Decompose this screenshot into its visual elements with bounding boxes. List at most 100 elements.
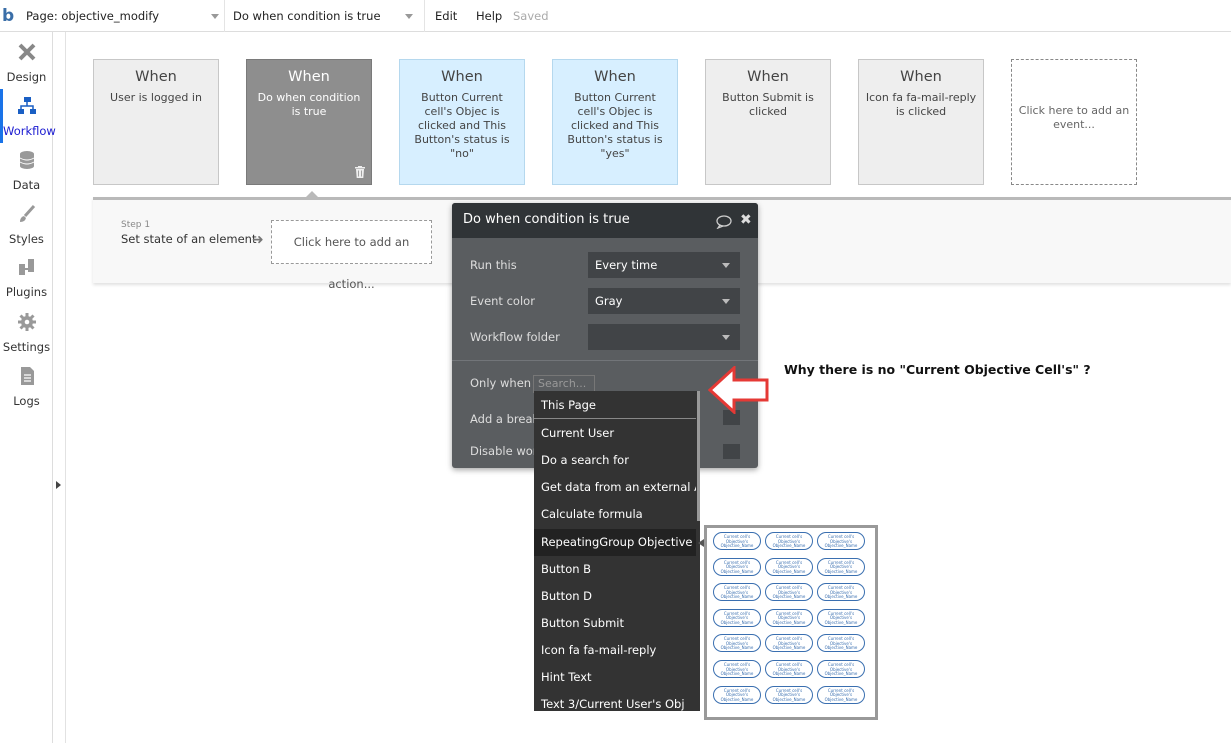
page-selector-label: Page: objective_modify (26, 9, 160, 23)
event-description: User is logged in (110, 91, 202, 104)
logs-icon (21, 367, 34, 385)
run-this-value: Every time (595, 258, 658, 272)
red-arrow-annotation (708, 366, 769, 414)
arrow-right-icon: ➜ (252, 232, 264, 248)
preview-cell: Current cell's Objective's Objective_Nam… (765, 634, 813, 653)
preview-cell: Current cell's Objective's Objective_Nam… (713, 608, 761, 627)
sidebar-item-label: Logs (13, 394, 40, 408)
workflow-folder-label: Workflow folder (470, 330, 560, 344)
event-color-select[interactable]: Gray (588, 288, 740, 314)
sidebar-item-data[interactable]: Data (0, 143, 53, 197)
dropdown-item-calculate-formula[interactable]: Calculate formula (534, 501, 696, 528)
preview-cell: Current cell's Objective's Objective_Nam… (765, 685, 813, 704)
event-card-button-yes[interactable]: When Button Current cell's Objec is clic… (552, 59, 678, 185)
preview-cell: Current cell's Objective's Objective_Nam… (765, 532, 813, 550)
add-event-button[interactable]: Click here to add an event... (1011, 59, 1137, 185)
preview-cell: Current cell's Objective's Objective_Nam… (713, 532, 761, 550)
preview-cell: Current cell's Objective's Objective_Nam… (713, 583, 761, 602)
chevron-down-icon (405, 14, 413, 19)
event-when-label: When (594, 69, 636, 85)
sidebar-item-plugins[interactable]: Plugins (0, 250, 53, 304)
event-when-label: When (441, 69, 483, 85)
sidebar-item-label: Styles (9, 232, 44, 246)
event-color-label: Event color (470, 294, 535, 308)
event-card-button-submit[interactable]: When Button Submit is clicked (705, 59, 831, 185)
bubble-logo[interactable]: b (2, 0, 14, 32)
comment-icon[interactable] (716, 215, 732, 229)
event-card-icon-mail-reply[interactable]: When Icon fa fa-mail-reply is clicked (858, 59, 984, 185)
sidebar-item-label: Plugins (5, 285, 48, 299)
preview-cell: Current cell's Objective's Objective_Nam… (713, 685, 761, 704)
property-editor-title: Do when condition is true (463, 212, 630, 227)
preview-cell: Current cell's Objective's Objective_Nam… (713, 634, 761, 653)
sidebar-item-design[interactable]: Design (0, 35, 53, 89)
divider (452, 360, 758, 361)
close-icon[interactable]: ✖ (740, 212, 752, 228)
selected-event-pointer (305, 191, 319, 198)
dropdown-scrollbar[interactable] (697, 391, 700, 521)
event-card-button-no[interactable]: When Button Current cell's Objec is clic… (399, 59, 525, 185)
canvas-divider (65, 32, 66, 743)
dropdown-item-hint-text[interactable]: Hint Text (534, 664, 696, 691)
chevron-down-icon (722, 299, 730, 304)
event-when-label: When (288, 69, 330, 85)
saved-status: Saved (513, 9, 549, 23)
chevron-down-icon (211, 14, 219, 19)
event-when-label: When (747, 69, 789, 85)
event-card-condition-true[interactable]: When Do when condition is true (246, 59, 372, 185)
dropdown-item-current-user[interactable]: Current User (534, 420, 696, 447)
dropdown-item-button-submit[interactable]: Button Submit (534, 610, 696, 637)
run-this-select[interactable]: Every time (588, 252, 740, 278)
preview-cell: Current cell's Objective's Objective_Nam… (713, 660, 761, 678)
sidebar-item-logs[interactable]: Logs (0, 359, 53, 413)
chevron-down-icon (722, 263, 730, 268)
run-this-label: Run this (470, 258, 517, 272)
chevron-down-icon (722, 335, 730, 340)
trash-icon[interactable] (355, 166, 365, 178)
preview-cell: Current cell's Objective's Objective_Nam… (817, 660, 865, 678)
workflow-folder-select[interactable] (588, 324, 740, 350)
add-event-label: Click here to add an event... (1018, 104, 1130, 131)
event-when-label: When (135, 69, 177, 85)
preview-cell: Current cell's Objective's Objective_Nam… (765, 608, 813, 627)
settings-icon (18, 313, 36, 331)
help-menu[interactable]: Help (476, 0, 502, 32)
event-selector[interactable]: Do when condition is true (225, 0, 425, 32)
plugins-icon (19, 259, 34, 275)
dropdown-item-icon-mail-reply[interactable]: Icon fa fa-mail-reply (534, 637, 696, 664)
page-selector[interactable]: Page: objective_modify (18, 0, 225, 32)
sidebar-item-label: Data (12, 178, 41, 192)
sidebar-item-workflow[interactable]: Workflow (0, 89, 56, 143)
sidebar-item-label: Settings (2, 340, 51, 354)
design-icon (18, 43, 36, 61)
annotation-question: Why there is no "Current Objective Cell'… (784, 362, 1091, 377)
disable-checkbox[interactable] (723, 444, 740, 459)
sidebar-item-styles[interactable]: Styles (0, 197, 53, 251)
edit-menu[interactable]: Edit (435, 0, 457, 32)
add-action-button[interactable]: Click here to add an action... (271, 220, 432, 291)
preview-cell: Current cell's Objective's Objective_Nam… (765, 583, 813, 602)
sidebar-item-label: Workflow (3, 124, 56, 138)
dropdown-item-external-api[interactable]: Get data from an external API (534, 474, 696, 501)
event-description: Button Submit is clicked (722, 91, 814, 118)
preview-cell: Current cell's Objective's Objective_Nam… (817, 685, 865, 704)
dropdown-item-button-b[interactable]: Button B (534, 556, 696, 583)
dropdown-item-this-page[interactable]: This Page (534, 392, 696, 419)
sidebar-item-settings[interactable]: Settings (0, 305, 53, 359)
event-card-user-logged-in[interactable]: When User is logged in (93, 59, 219, 185)
dropdown-item-do-search[interactable]: Do a search for (534, 447, 696, 474)
dropdown-item-text-3[interactable]: Text 3/Current User's Obj (534, 691, 696, 711)
dropdown-item-repeating-group[interactable]: RepeatingGroup Objective (534, 529, 696, 556)
preview-cell: Current cell's Objective's Objective_Nam… (817, 634, 865, 653)
preview-cell: Current cell's Objective's Objective_Nam… (817, 608, 865, 627)
event-description: Button Current cell's Objec is clicked a… (414, 91, 510, 160)
expand-panel-icon[interactable] (56, 481, 61, 489)
event-description: Button Current cell's Objec is clicked a… (567, 91, 663, 160)
data-icon (19, 151, 35, 169)
only-when-label: Only when (470, 376, 532, 390)
left-sidebar: Design Workflow Data Styles Plugins Sett… (0, 32, 56, 743)
step-action[interactable]: Set state of an element (121, 232, 256, 246)
sidebar-item-label: Design (6, 70, 47, 84)
dropdown-item-button-d[interactable]: Button D (534, 583, 696, 610)
preview-cell: Current cell's Objective's Objective_Nam… (817, 532, 865, 550)
